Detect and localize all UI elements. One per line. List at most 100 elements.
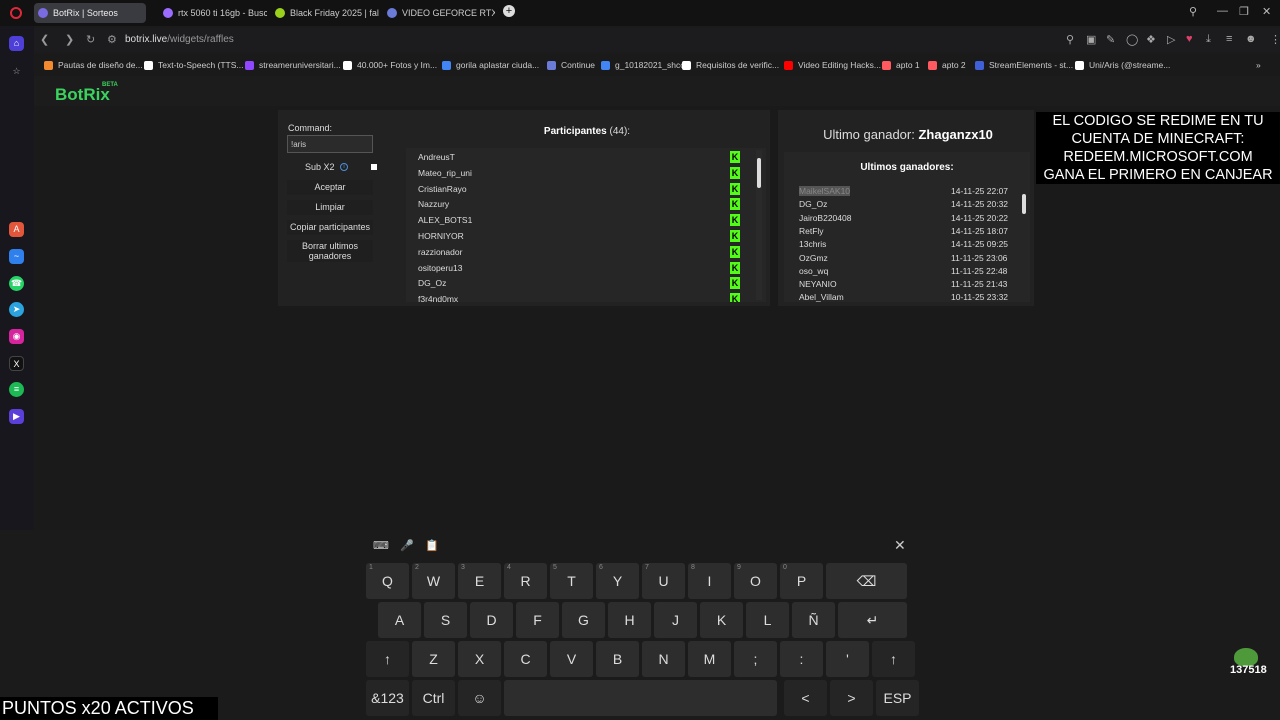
right-arrow-key[interactable]: > bbox=[830, 680, 873, 716]
participants-scroll-thumb[interactable] bbox=[757, 158, 761, 188]
key-9[interactable]: Ñ bbox=[792, 602, 835, 638]
enter-key[interactable]: ↵ bbox=[838, 602, 907, 638]
key-t[interactable]: 5T bbox=[550, 563, 593, 599]
key-q[interactable]: 1Q bbox=[366, 563, 409, 599]
new-tab-button[interactable]: + bbox=[503, 5, 515, 17]
key-2[interactable]: D bbox=[470, 602, 513, 638]
key-row3-0[interactable]: Z bbox=[412, 641, 455, 677]
left-arrow-key[interactable]: < bbox=[784, 680, 827, 716]
copy-participants-button[interactable]: Copiar participantes bbox=[287, 220, 373, 235]
info-icon[interactable]: i bbox=[340, 163, 348, 171]
key-w[interactable]: 2W bbox=[412, 563, 455, 599]
key-row3-9[interactable]: ' bbox=[826, 641, 869, 677]
edit-icon[interactable]: ✎ bbox=[1106, 33, 1115, 46]
clear-winners-button[interactable]: Borrar ultimos ganadores bbox=[287, 240, 373, 262]
key-5[interactable]: H bbox=[608, 602, 651, 638]
clear-button[interactable]: Limpiar bbox=[287, 200, 373, 215]
bookmark-item[interactable]: Uni/Aris (@streame... bbox=[1075, 60, 1170, 70]
bookmark-item[interactable]: apto 1 bbox=[882, 60, 920, 70]
opera-logo-icon[interactable] bbox=[10, 7, 22, 19]
key-e[interactable]: 3E bbox=[458, 563, 501, 599]
bookmark-item[interactable]: streameruniversitari... bbox=[245, 60, 341, 70]
reload-icon[interactable]: ↻ bbox=[86, 33, 95, 46]
home-icon[interactable]: ⌂ bbox=[9, 36, 24, 51]
bookmark-item[interactable]: StreamElements - st... bbox=[975, 60, 1073, 70]
bookmark-item[interactable]: 40.000+ Fotos y Im... bbox=[343, 60, 437, 70]
winners-scroll-thumb[interactable] bbox=[1022, 194, 1026, 214]
more-icon[interactable]: ⋮ bbox=[1270, 33, 1280, 46]
menu-icon[interactable]: ≡ bbox=[1226, 33, 1232, 45]
messenger-icon[interactable]: ~ bbox=[9, 249, 24, 264]
key-6[interactable]: J bbox=[654, 602, 697, 638]
keyboard-settings-icon[interactable]: ⌨ bbox=[373, 539, 389, 552]
shift-key[interactable]: ↑ bbox=[366, 641, 409, 677]
key-row3-2[interactable]: C bbox=[504, 641, 547, 677]
minimize-icon[interactable]: — bbox=[1217, 5, 1228, 17]
search-icon[interactable]: ⚲ bbox=[1066, 33, 1074, 46]
bookmark-item[interactable]: apto 2 bbox=[928, 60, 966, 70]
command-input[interactable] bbox=[287, 135, 373, 153]
key-p[interactable]: 0P bbox=[780, 563, 823, 599]
key-0[interactable]: A bbox=[378, 602, 421, 638]
key-1[interactable]: S bbox=[424, 602, 467, 638]
bookmark-item[interactable]: Continue bbox=[547, 60, 595, 70]
key-8[interactable]: L bbox=[746, 602, 789, 638]
key-row3-1[interactable]: X bbox=[458, 641, 501, 677]
close-window-icon[interactable]: ✕ bbox=[1262, 5, 1271, 18]
aria-icon[interactable]: A bbox=[9, 222, 24, 237]
ctrl-key[interactable]: Ctrl bbox=[412, 680, 455, 716]
key-4[interactable]: G bbox=[562, 602, 605, 638]
bookmark-item[interactable]: Text-to-Speech (TTS... bbox=[144, 60, 244, 70]
tab-1[interactable]: rtx 5060 ti 16gb - Buscar con bbox=[159, 3, 267, 23]
back-icon[interactable]: ❮ bbox=[40, 33, 49, 46]
microphone-icon[interactable]: 🎤 bbox=[400, 539, 414, 552]
profile-icon[interactable]: ☻ bbox=[1245, 33, 1257, 45]
sub-x2-checkbox[interactable] bbox=[371, 164, 377, 170]
shift-right-key[interactable]: ↑ bbox=[872, 641, 915, 677]
star-icon[interactable]: ☆ bbox=[9, 64, 24, 79]
more-bookmarks-icon[interactable]: » bbox=[1256, 60, 1261, 70]
whatsapp-icon[interactable]: ☎ bbox=[9, 276, 24, 291]
bookmark-item[interactable]: Video Editing Hacks... bbox=[784, 60, 881, 70]
url-field[interactable]: botrix.live/widgets/raffles bbox=[125, 34, 234, 45]
play-icon[interactable]: ▷ bbox=[1167, 33, 1175, 46]
x-icon[interactable]: X bbox=[9, 356, 24, 371]
spotify-icon[interactable]: ≡ bbox=[9, 382, 24, 397]
instagram-icon[interactable]: ◉ bbox=[9, 329, 24, 344]
key-row3-4[interactable]: B bbox=[596, 641, 639, 677]
heart-icon[interactable]: ♥ bbox=[1186, 33, 1193, 45]
shield-icon[interactable]: ◯ bbox=[1126, 33, 1138, 46]
accept-button[interactable]: Aceptar bbox=[287, 180, 373, 195]
language-key[interactable]: ESP bbox=[876, 680, 919, 716]
key-row3-6[interactable]: M bbox=[688, 641, 731, 677]
tab-2[interactable]: Black Friday 2025 | falabella bbox=[271, 3, 379, 23]
telegram-icon[interactable]: ➤ bbox=[9, 302, 24, 317]
key-y[interactable]: 6Y bbox=[596, 563, 639, 599]
player-icon[interactable]: ▶ bbox=[9, 409, 24, 424]
bookmark-item[interactable]: gorila aplastar ciuda... bbox=[442, 60, 539, 70]
forward-icon[interactable]: ❯ bbox=[65, 33, 74, 46]
key-row3-3[interactable]: V bbox=[550, 641, 593, 677]
botrix-logo[interactable]: BotRix bbox=[55, 85, 110, 105]
key-o[interactable]: 9O bbox=[734, 563, 777, 599]
symbols-key[interactable]: &123 bbox=[366, 680, 409, 716]
maximize-icon[interactable]: ❐ bbox=[1239, 5, 1249, 18]
space-key[interactable] bbox=[504, 680, 777, 716]
backspace-key[interactable]: ⌫ bbox=[826, 563, 907, 599]
key-row3-8[interactable]: : bbox=[780, 641, 823, 677]
participants-list[interactable]: AndreusT K Mateo_rip_uni K CristianRayo K Nazz… bbox=[406, 148, 766, 302]
tab-3[interactable]: VIDEO GEFORCE RTX 5060 bbox=[383, 3, 495, 23]
key-r[interactable]: 4R bbox=[504, 563, 547, 599]
extensions-icon[interactable]: ❖ bbox=[1146, 33, 1156, 46]
bookmark-item[interactable]: Requisitos de verific... bbox=[682, 60, 779, 70]
search-tabs-icon[interactable]: ⚲ bbox=[1189, 5, 1197, 18]
tab-0[interactable]: BotRix | Sorteos bbox=[34, 3, 146, 23]
camera-icon[interactable]: ▣ bbox=[1086, 33, 1096, 46]
key-3[interactable]: F bbox=[516, 602, 559, 638]
key-i[interactable]: 8I bbox=[688, 563, 731, 599]
key-row3-7[interactable]: ; bbox=[734, 641, 777, 677]
bookmark-item[interactable]: Pautas de diseño de... bbox=[44, 60, 143, 70]
emoji-key[interactable]: ☺ bbox=[458, 680, 501, 716]
bookmark-item[interactable]: g_10182021_shcc bbox=[601, 60, 684, 70]
clipboard-icon[interactable]: 📋 bbox=[425, 539, 439, 552]
